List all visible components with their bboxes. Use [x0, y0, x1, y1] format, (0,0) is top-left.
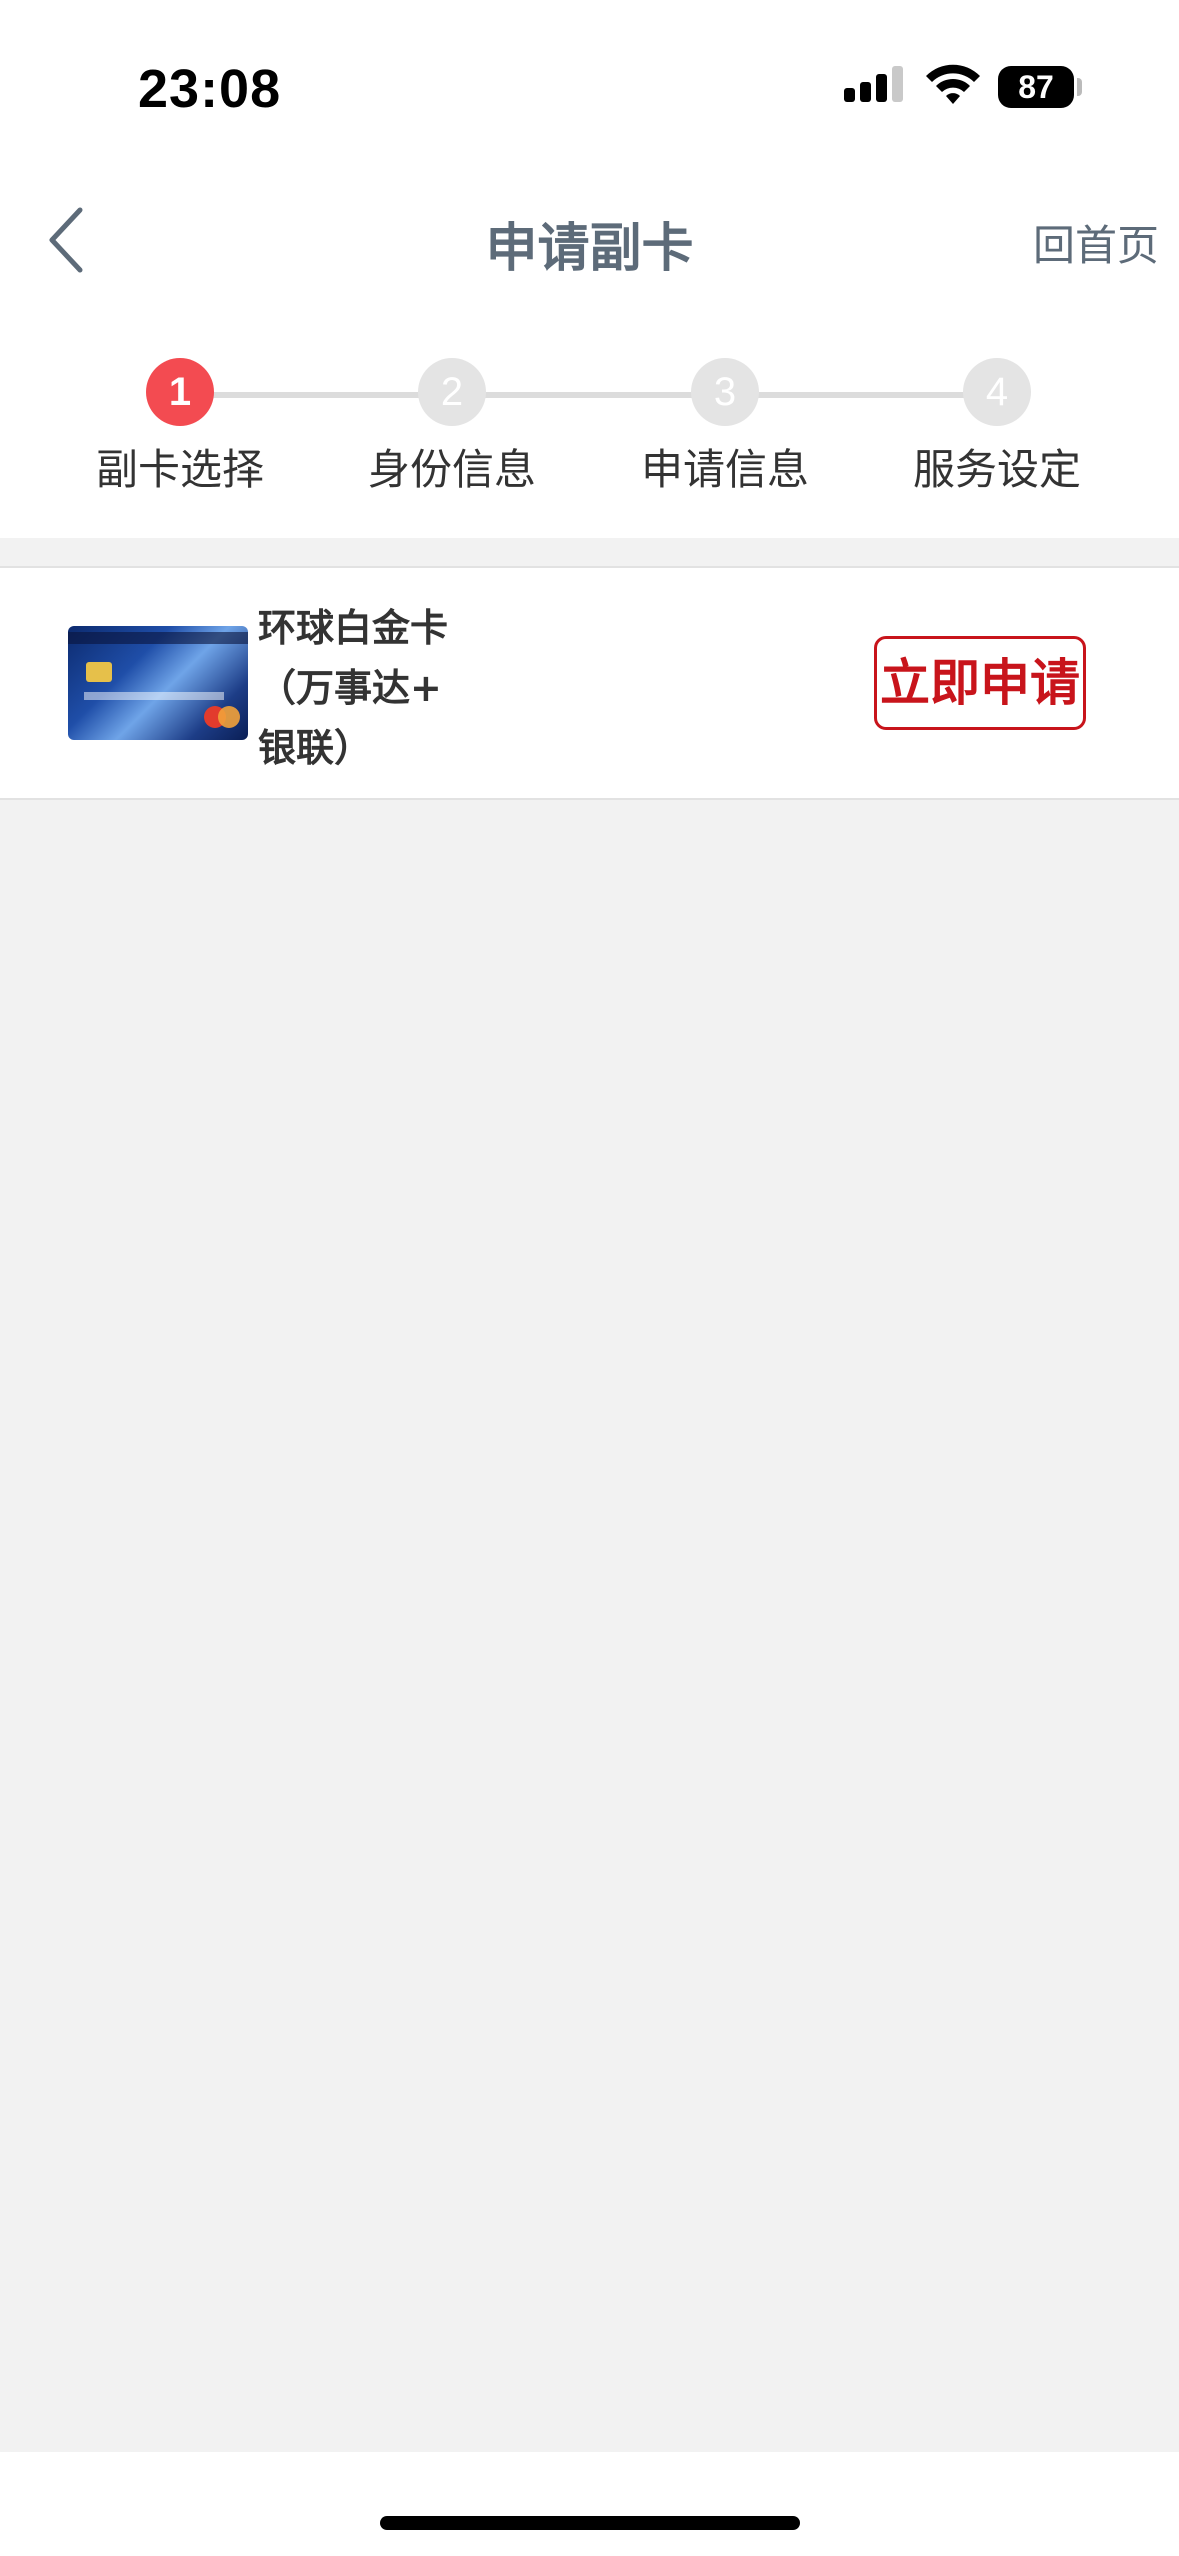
- step-3-label: 申请信息: [640, 445, 809, 494]
- step-3-circle: 3: [691, 358, 759, 426]
- card-name-line2: （万事达+: [258, 666, 442, 710]
- cellular-signal-icon: [844, 66, 903, 102]
- step-1: 1 副卡选择: [44, 352, 316, 497]
- bottom-bar: [0, 2452, 1179, 2556]
- card-name-line3: 银联）: [258, 726, 373, 770]
- card-list-item: 环球白金卡 （万事达+ 银联） 立即申请: [0, 566, 1179, 800]
- card-bank-strip: [68, 632, 248, 644]
- progress-stepper: 1 副卡选择 2 身份信息 3 申请信息 4 服务设定: [0, 352, 1179, 494]
- step-1-label: 副卡选择: [95, 445, 264, 494]
- battery-icon: 87: [998, 66, 1074, 108]
- step-2: 2 身份信息: [316, 352, 588, 497]
- step-2-circle: 2: [418, 358, 486, 426]
- credit-card-image: [68, 626, 248, 740]
- battery-cap: [1077, 78, 1082, 96]
- card-name: 环球白金卡 （万事达+ 银联）: [258, 598, 498, 778]
- home-indicator[interactable]: [380, 2516, 800, 2530]
- mastercard-logo-right: [218, 706, 240, 728]
- apply-now-button[interactable]: 立即申请: [874, 636, 1086, 730]
- step-3: 3 申请信息: [589, 352, 861, 497]
- card-number-strip: [84, 692, 224, 700]
- step-1-circle: 1: [146, 358, 214, 426]
- card-name-line1: 环球白金卡: [258, 606, 449, 650]
- step-2-label: 身份信息: [367, 445, 536, 494]
- status-time: 23:08: [138, 59, 282, 119]
- home-link[interactable]: 回首页: [1033, 212, 1159, 273]
- card-chip: [86, 662, 112, 682]
- step-4-label: 服务设定: [912, 445, 1081, 494]
- wifi-icon: [926, 64, 980, 104]
- step-4-circle: 4: [963, 358, 1031, 426]
- page-title: 申请副卡: [485, 219, 694, 279]
- step-4: 4 服务设定: [861, 352, 1133, 497]
